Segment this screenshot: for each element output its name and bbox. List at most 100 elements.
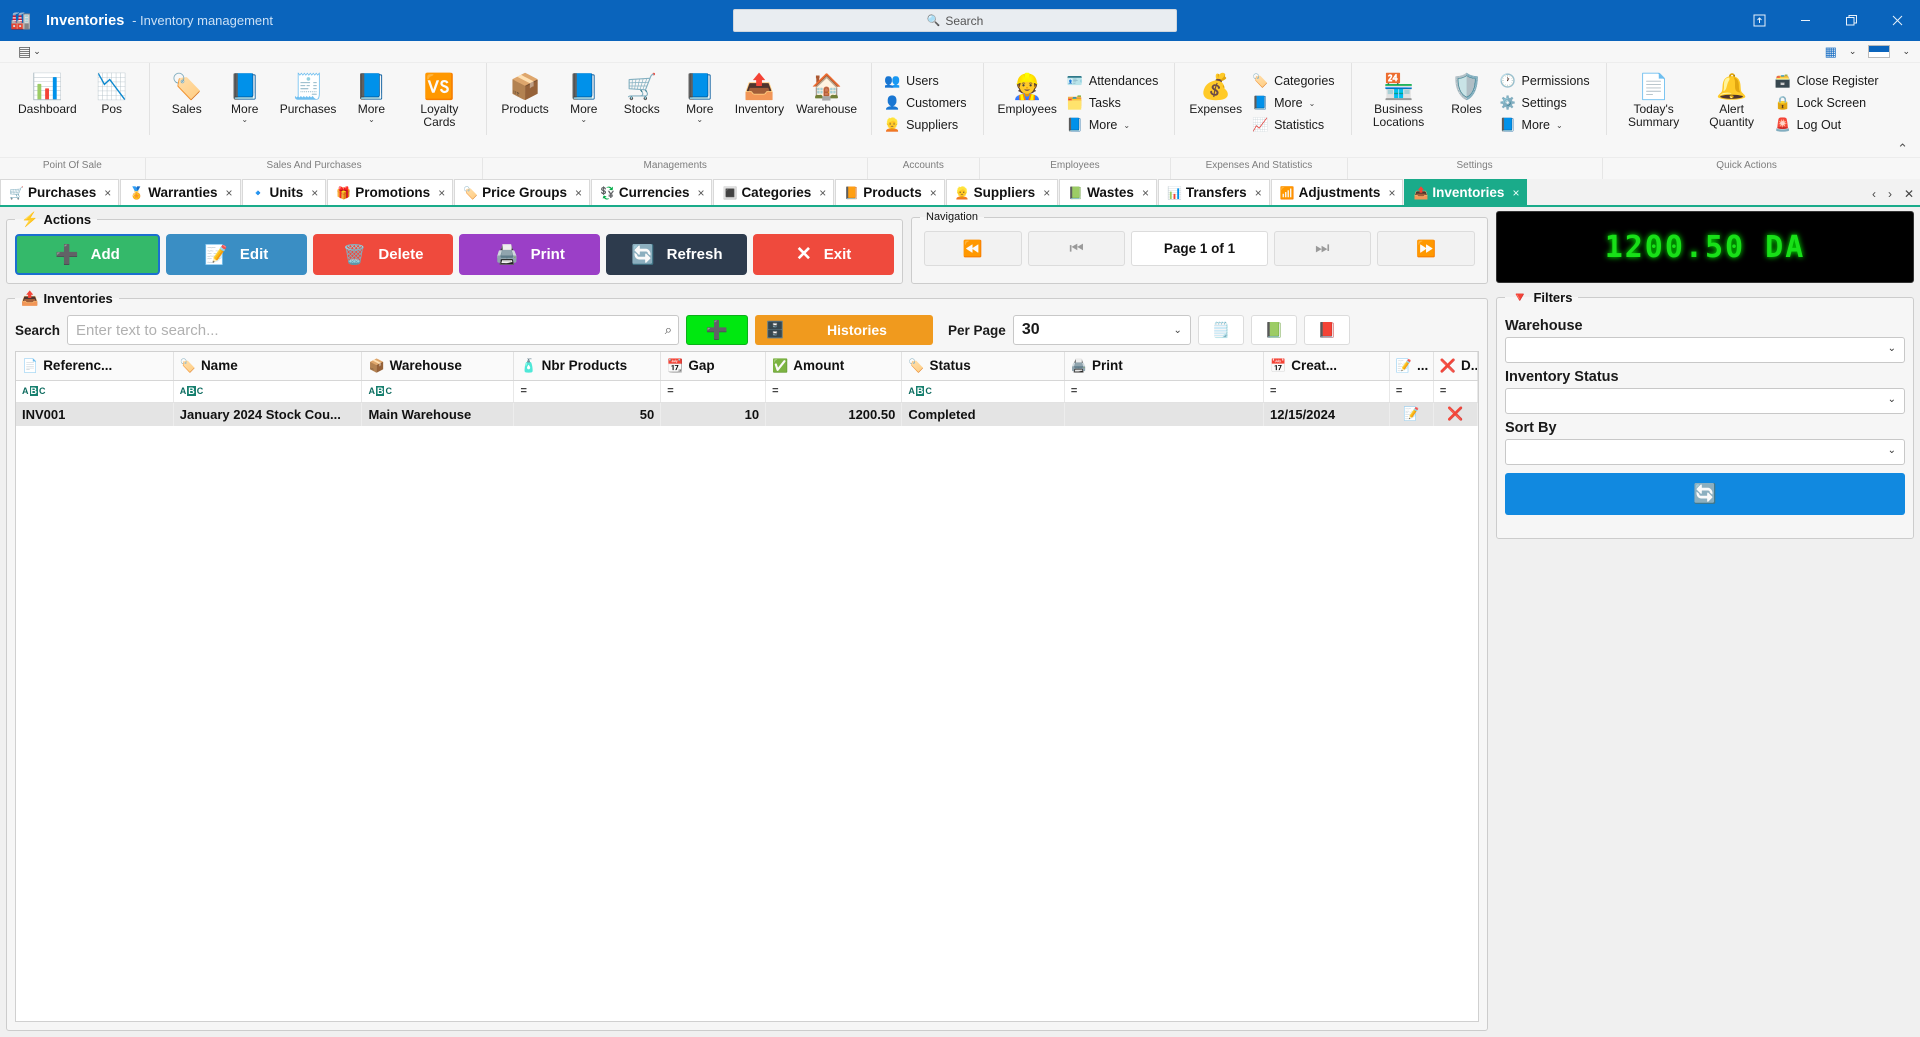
tab-units[interactable]: 🔹 Units × [241, 179, 327, 205]
more-button[interactable]: 📘 More ⌄ [555, 69, 613, 126]
settings-menu-item[interactable]: ⚙️ Settings [1496, 93, 1598, 113]
column-header-referenc-[interactable]: 📄 Referenc... [16, 352, 174, 381]
column-filter-cell[interactable]: = [660, 380, 767, 403]
chevron-down-icon[interactable]: ⌄ [1902, 46, 1910, 57]
table-filter-row[interactable]: A B C A B C A B C = = = A B C = = = = [16, 380, 1478, 403]
sales-button[interactable]: 🏷️ Sales [158, 69, 216, 118]
search-input[interactable] [67, 315, 680, 345]
table-row[interactable]: INV001 January 2024 Stock Cou... Main Ware… [16, 402, 1478, 426]
permissions-menu-item[interactable]: 🕐 Permissions [1496, 71, 1598, 91]
alert-quantity-button[interactable]: 🔔 Alert Quantity [1693, 69, 1771, 131]
tab-currencies[interactable]: 💱 Currencies × [590, 179, 713, 205]
tab-close-all-icon[interactable]: ✕ [1904, 187, 1914, 201]
per-page-select[interactable]: 30 ⌄ [1012, 315, 1191, 345]
tab-close-icon[interactable]: × [1388, 186, 1395, 200]
maximize-icon[interactable] [1828, 0, 1874, 41]
column-header--[interactable]: 📝... [1389, 352, 1434, 381]
global-search-box[interactable]: 🔍 Search [733, 9, 1177, 32]
more-menu-item[interactable]: 📘 More ⌄ [1063, 115, 1167, 135]
column-header-d-[interactable]: ❌ D... [1433, 352, 1478, 381]
attendances-menu-item[interactable]: 🪪 Attendances [1063, 71, 1167, 91]
column-filter-cell[interactable]: = [765, 380, 903, 403]
column-header-print[interactable]: 🖨️ Print [1064, 352, 1265, 381]
column-filter-cell[interactable]: = [1389, 380, 1434, 403]
column-header-gap[interactable]: 📆 Gap [660, 352, 767, 381]
previous-page-button[interactable]: ⏮ [1027, 231, 1126, 266]
tab-warranties[interactable]: 🏅 Warranties × [120, 179, 241, 205]
suppliers-menu-item[interactable]: 👱 Suppliers [880, 115, 974, 135]
column-filter-cell[interactable]: = [1433, 380, 1478, 403]
menu-list-icon[interactable]: ▤ [18, 43, 31, 60]
refresh-button[interactable]: 🔄 Refresh [606, 234, 748, 275]
column-filter-cell[interactable]: = [1263, 380, 1390, 403]
more-button[interactable]: 📘 More ⌄ [342, 69, 400, 126]
todays-summary-button[interactable]: 📄 Today's Summary [1615, 69, 1693, 131]
tab-wastes[interactable]: 📗 Wastes × [1059, 179, 1157, 205]
expenses-button[interactable]: 💰 Expenses [1183, 69, 1248, 118]
column-header-amount[interactable]: ✅ Amount [765, 352, 903, 381]
log-out-menu-item[interactable]: 🚨 Log Out [1771, 115, 1887, 135]
tab-prev-icon[interactable]: ‹ [1872, 187, 1876, 201]
next-page-button[interactable]: ⏭ [1273, 231, 1372, 266]
tab-categories[interactable]: 🔳 Categories × [713, 179, 835, 205]
stocks-button[interactable]: 🛒 Stocks [613, 69, 671, 118]
tab-close-icon[interactable]: × [226, 186, 233, 200]
tab-purchases[interactable]: 🛒 Purchases × [0, 179, 120, 205]
tab-close-icon[interactable]: × [1255, 186, 1262, 200]
column-filter-cell[interactable]: = [1064, 380, 1265, 403]
tab-close-icon[interactable]: × [819, 186, 826, 200]
statistics-menu-item[interactable]: 📈 Statistics [1248, 115, 1342, 135]
warehouse-filter[interactable]: ⌄ [1505, 337, 1905, 363]
first-page-button[interactable]: ⏪ [924, 231, 1022, 266]
close-icon[interactable] [1874, 0, 1920, 41]
layout-grid-icon[interactable]: ▦ [1825, 44, 1837, 60]
more-menu-item[interactable]: 📘 More ⌄ [1496, 115, 1598, 135]
users-menu-item[interactable]: 👥 Users [880, 71, 974, 91]
page-indicator[interactable]: Page 1 of 1 [1131, 231, 1268, 266]
loyalty-cards-button[interactable]: 🆚 Loyalty Cards [400, 69, 478, 131]
delete-button[interactable]: 🗑️ Delete [312, 234, 454, 275]
employees-button[interactable]: 👷 Employees [992, 69, 1063, 118]
minimize-icon[interactable] [1782, 0, 1828, 41]
tab-adjustments[interactable]: 📶 Adjustments × [1270, 179, 1404, 205]
more-menu-item[interactable]: 📘 More ⌄ [1248, 93, 1342, 113]
tab-close-icon[interactable]: × [1043, 186, 1050, 200]
histories-button[interactable]: 🗄️ Histories [755, 315, 934, 345]
sort-by-filter[interactable]: ⌄ [1505, 439, 1905, 465]
column-header-status[interactable]: 🏷️ Status [901, 352, 1065, 381]
column-header-creat-[interactable]: 📅 Creat... [1263, 352, 1390, 381]
exit-button[interactable]: ✕ Exit [753, 234, 894, 275]
column-filter-cell[interactable]: ABC [361, 380, 515, 403]
customers-menu-item[interactable]: 👤 Customers [880, 93, 974, 113]
export-excel-button[interactable]: 📗 [1250, 315, 1297, 345]
column-header-warehouse[interactable]: 📦 Warehouse [361, 352, 515, 381]
tab-close-icon[interactable]: × [311, 186, 318, 200]
row-edit-button[interactable]: 📝 [1389, 402, 1434, 426]
column-filter-cell[interactable]: ABC [901, 380, 1065, 403]
last-page-button[interactable]: ⏩ [1377, 231, 1475, 266]
tab-close-icon[interactable]: × [1142, 186, 1149, 200]
chevron-down-icon[interactable]: ⌄ [1849, 46, 1857, 57]
add-record-button[interactable]: ➕ [686, 315, 749, 345]
close-register-menu-item[interactable]: 🗃️ Close Register [1771, 71, 1887, 91]
tab-price-groups[interactable]: 🏷️ Price Groups × [454, 179, 590, 205]
warehouse-button[interactable]: 🏠 Warehouse [790, 69, 863, 118]
column-filter-cell[interactable]: = [513, 380, 662, 403]
tasks-menu-item[interactable]: 🗂️ Tasks [1063, 93, 1167, 113]
restore-up-icon[interactable] [1736, 0, 1782, 41]
theme-swatch-icon[interactable] [1868, 45, 1891, 58]
purchases-button[interactable]: 🧾 Purchases [274, 69, 343, 118]
lock-screen-menu-item[interactable]: 🔒 Lock Screen [1771, 93, 1887, 113]
collapse-ribbon-icon[interactable]: ⌃ [1897, 141, 1908, 157]
export-pdf-button[interactable]: 📕 [1303, 315, 1350, 345]
roles-button[interactable]: 🛡️ Roles [1438, 69, 1496, 118]
edit-button[interactable]: 📝 Edit [165, 234, 307, 275]
column-filter-cell[interactable]: ABC [16, 380, 174, 403]
tab-next-icon[interactable]: › [1888, 187, 1892, 201]
inventory-button[interactable]: 📤 Inventory [729, 69, 790, 118]
tab-suppliers[interactable]: 👱 Suppliers × [945, 179, 1059, 205]
add-button[interactable]: ➕ Add [15, 234, 160, 275]
pos-button[interactable]: 📉 Pos [83, 69, 141, 118]
chevron-down-icon[interactable]: ⌄ [33, 46, 41, 57]
tab-close-icon[interactable]: × [438, 186, 445, 200]
